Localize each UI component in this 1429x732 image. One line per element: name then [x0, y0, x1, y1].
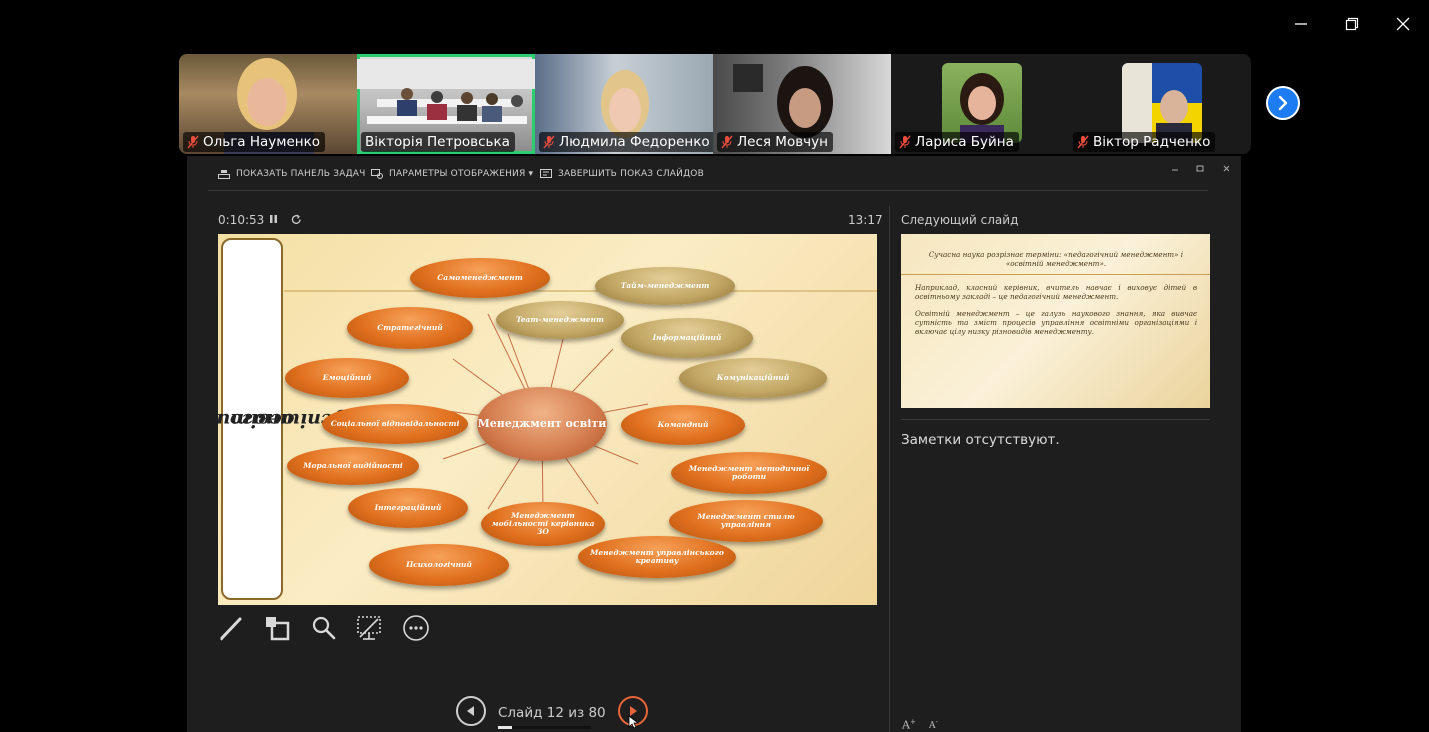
avatar-image: [1122, 63, 1192, 143]
diagram-node: Менеджмент мобільності керівника ЗО: [481, 502, 605, 546]
slide-navigation: Слайд 12 из 80: [456, 696, 648, 729]
decrease-font-button[interactable]: A-: [929, 718, 938, 731]
diagram-node: Моральної видійності: [287, 447, 419, 485]
diagram-node: Психологічний: [369, 544, 509, 586]
zoom-button[interactable]: [310, 614, 338, 642]
participant-name: Вікторія Петровська: [361, 132, 515, 152]
participant-tile[interactable]: Ольга Науменко: [179, 54, 357, 154]
display-settings-icon: [371, 169, 383, 179]
diagram-node: Емоційний: [285, 358, 409, 398]
participant-avatar: [942, 63, 1022, 143]
display-settings-button[interactable]: ПАРАМЕТРЫ ОТОБРАЖЕНИЯ ▾: [371, 169, 533, 179]
next-slide-preview[interactable]: Сучасна наука розрізнає терміни: «педаго…: [901, 234, 1210, 408]
slide-counter-group: Слайд 12 из 80: [486, 702, 618, 729]
muted-mic-icon: [721, 135, 733, 149]
diagram-node: Комунікаційний: [679, 358, 827, 398]
show-taskbar-button[interactable]: ПОКАЗАТЬ ПАНЕЛЬ ЗАДАЧ: [218, 169, 366, 179]
slide-vertical-title: Складові успішного менеджментуосвіти:: [218, 238, 450, 600]
clock: 13:17: [848, 213, 883, 227]
participant-tile[interactable]: Лариса Буйна: [891, 54, 1069, 154]
restore-icon: [1196, 165, 1204, 172]
toolbar-divider: [208, 190, 1208, 191]
minimize-icon: [1295, 23, 1307, 25]
muted-mic-icon: [899, 135, 911, 149]
pen-icon: [220, 617, 242, 641]
next-slide-paragraph: Освітній менеджмент – це галузь науковог…: [915, 309, 1197, 336]
close-icon: [1396, 17, 1410, 31]
increase-font-button[interactable]: A+: [902, 718, 916, 732]
participant-name: Людмила Федоренко: [539, 132, 713, 152]
slide-progress-track: [498, 725, 591, 729]
participant-gallery: Ольга Науменко Вікторія Петровська Людми…: [179, 54, 1251, 154]
diagram-center: Менеджмент освіти: [477, 387, 607, 461]
see-all-slides-button[interactable]: [263, 614, 291, 642]
speaker-notes: Заметки отсутствуют.: [901, 432, 1060, 448]
diagram-node: Стратегічний: [347, 307, 473, 349]
close-button[interactable]: [1389, 10, 1417, 38]
more-options-button[interactable]: [402, 614, 430, 642]
next-slide-label: Следующий слайд: [901, 213, 1019, 227]
more-icon: [403, 615, 429, 641]
refresh-icon: [291, 214, 301, 224]
mouse-cursor-icon: [628, 715, 640, 729]
muted-mic-icon: [1077, 135, 1089, 149]
screen-off-icon: [357, 616, 381, 640]
pane-divider: [889, 206, 890, 732]
search-icon: [312, 616, 336, 640]
taskbar-icon: [218, 170, 230, 179]
diagram-node: Менеджмент управлінського креативу: [578, 536, 736, 578]
participant-avatar: [1122, 63, 1202, 143]
next-slide-paragraph: Сучасна наука розрізнає терміни: «педаго…: [928, 250, 1184, 268]
muted-mic-icon: [543, 135, 555, 149]
diagram-node: Тайм-менеджмент: [595, 267, 735, 305]
pen-tool-button[interactable]: [217, 614, 245, 642]
slide-title-line2: освіти:: [218, 408, 295, 431]
participant-tile[interactable]: Віктор Радченко: [1069, 54, 1247, 154]
diagram-node: Соціальної відповідальності: [322, 404, 468, 444]
diagram-node: Інформаційний: [621, 318, 753, 358]
chevron-right-icon: [1278, 95, 1288, 111]
pause-icon: [270, 215, 277, 223]
slide-counter: Слайд 12 из 80: [498, 704, 606, 721]
diagram-node: Team-менеджмент: [496, 301, 624, 339]
elapsed-timer: 0:10:53: [218, 213, 265, 227]
minimize-button[interactable]: [1287, 10, 1315, 38]
next-slide-paragraph: Наприклад, класний керівник, вчитель нав…: [915, 283, 1197, 301]
end-show-button[interactable]: ЗАВЕРШИТЬ ПОКАЗ СЛАЙДОВ: [540, 169, 704, 179]
participant-name: Леся Мовчун: [717, 132, 833, 152]
participant-name: Віктор Радченко: [1073, 132, 1216, 152]
next-slide-divider: [901, 274, 1210, 275]
presenter-view: ПОКАЗАТЬ ПАНЕЛЬ ЗАДАЧ ПАРАМЕТРЫ ОТОБРАЖЕ…: [187, 156, 1241, 732]
participant-name: Лариса Буйна: [895, 132, 1019, 152]
participant-tile-active[interactable]: Вікторія Петровська: [357, 54, 535, 154]
restore-icon: [1345, 17, 1359, 31]
presenter-window-controls: [1172, 165, 1229, 172]
reset-timer-button[interactable]: [288, 210, 304, 228]
participant-tile[interactable]: Людмила Федоренко: [535, 54, 713, 154]
arrow-left-icon: [467, 706, 474, 716]
avatar-image: [960, 73, 1004, 143]
previous-slide-button[interactable]: [456, 696, 486, 726]
restore-button[interactable]: [1338, 10, 1366, 38]
slides-grid-icon: [266, 617, 290, 641]
diagram-node: Самоменеджмент: [410, 258, 550, 298]
muted-mic-icon: [187, 135, 199, 149]
diagram-node: Менеджмент стилю управління: [669, 500, 823, 542]
participant-tile[interactable]: Леся Мовчун: [713, 54, 891, 154]
diagram-node: Командний: [621, 405, 745, 445]
black-screen-button[interactable]: [355, 614, 383, 642]
diagram-node: Інтеграційний: [348, 488, 468, 528]
gallery-next-button[interactable]: [1266, 86, 1300, 120]
current-slide: Складові успішного менеджментуосвіти: Са…: [218, 234, 877, 605]
participant-name: Ольга Науменко: [183, 132, 326, 152]
end-show-icon: [540, 169, 552, 178]
slide-progress-fill: [498, 725, 512, 729]
diagram-node: Менеджмент методичної роботи: [671, 452, 827, 494]
notes-divider: [901, 419, 1210, 420]
next-slide-text: Сучасна наука розрізнає терміни: «педаго…: [901, 250, 1210, 336]
pause-timer-button[interactable]: [266, 210, 282, 228]
